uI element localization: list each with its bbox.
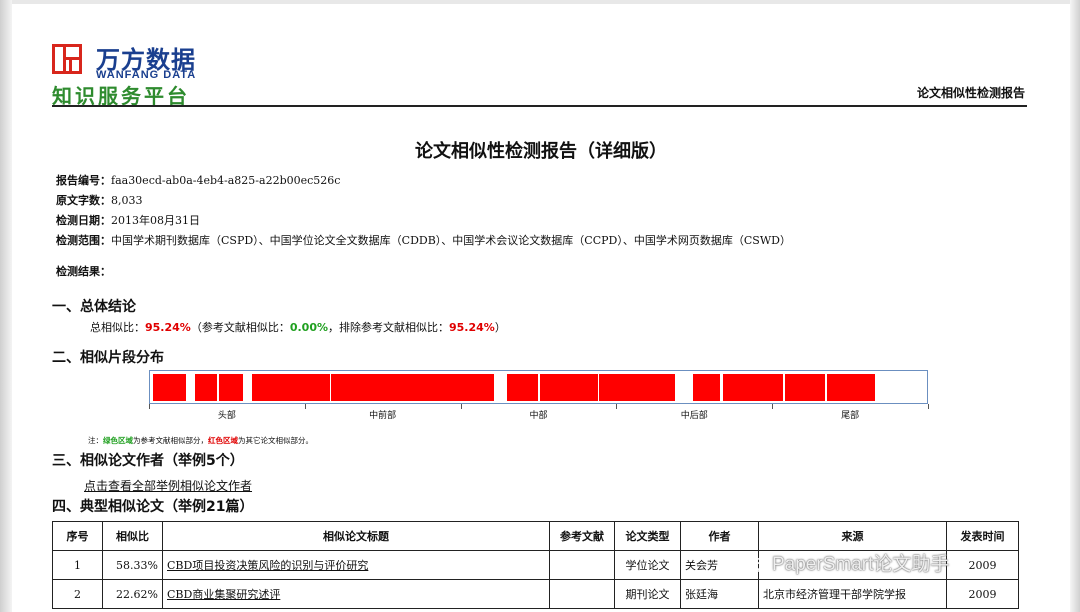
section-papers-heading: 四、典型相似论文（举例21篇） — [52, 499, 254, 515]
section-authors-heading: 三、相似论文作者（举例5个） — [52, 453, 244, 469]
report-number-row: 报告编号：faa30ecd-ab0a-4eb4-a825-a22b00ec526… — [56, 172, 340, 188]
check-date: 2013年08月31日 — [111, 214, 200, 227]
total-similarity-label: 总相似比： — [90, 321, 145, 334]
check-scope: 中国学术期刊数据库（CSPD）、中国学位论文全文数据库（CDDB）、中国学术会议… — [111, 234, 791, 247]
row-type: 学位论文 — [614, 550, 681, 580]
row-reference — [549, 579, 615, 609]
report-number-label: 报告编号： — [56, 174, 111, 187]
excl-similarity-label: ，排除参考文献相似比： — [328, 321, 449, 334]
wechat-icon — [748, 557, 768, 573]
row-author: 关会芳 — [680, 550, 759, 580]
report-number: faa30ecd-ab0a-4eb4-a825-a22b00ec526c — [111, 174, 341, 187]
col-header-type: 论文类型 — [614, 521, 681, 551]
view-all-authors-link[interactable]: 点击查看全部举例相似论文作者 — [84, 477, 252, 494]
paper-title-link[interactable]: CBD商业集聚研究述评 — [167, 588, 280, 601]
note-middle: 为参考文献相似部分， — [133, 436, 208, 445]
similar-segment — [722, 374, 783, 401]
check-result-label: 检测结果： — [56, 265, 111, 278]
axis-tick — [616, 404, 618, 409]
col-header-similarity: 相似比 — [102, 521, 163, 551]
row-reference — [549, 550, 615, 580]
col-header-reference: 参考文献 — [549, 521, 615, 551]
note-end: 为其它论文相似部分。 — [238, 436, 313, 445]
ref-similarity-label: （参考文献相似比： — [190, 321, 290, 334]
paper-title-link[interactable]: CBD项目投资决策风险的识别与评价研究 — [167, 559, 368, 572]
similar-segment — [331, 374, 494, 401]
similar-segment — [785, 374, 825, 401]
watermark-text: PaperSmart论文助手 — [772, 554, 950, 575]
similar-segment — [506, 374, 539, 401]
check-scope-row: 检测范围：中国学术期刊数据库（CSPD）、中国学位论文全文数据库（CDDB）、中… — [56, 232, 791, 248]
viewer-right-edge — [1070, 0, 1080, 612]
axis-tick — [460, 404, 462, 409]
col-header-source: 来源 — [758, 521, 947, 551]
axis-label: 头部 — [217, 411, 236, 421]
note-red-area: 红色区域 — [208, 436, 238, 445]
similar-segment — [251, 374, 330, 401]
axis-tick — [772, 404, 774, 409]
similarity-summary: 总相似比：95.24%（参考文献相似比：0.00%，排除参考文献相似比：95.2… — [90, 319, 506, 335]
check-date-label: 检测日期： — [56, 214, 111, 227]
word-count-label: 原文字数： — [56, 194, 111, 207]
excl-similarity-value: 95.24% — [449, 321, 495, 334]
section-distribution-heading: 二、相似片段分布 — [52, 350, 164, 366]
row-similarity: 58.33% — [102, 550, 163, 580]
axis-tick — [304, 404, 306, 409]
col-header-date: 发表时间 — [946, 521, 1019, 551]
similar-segment — [195, 374, 217, 401]
report-page: 万方数据 WANFANG DATA 知识服务平台 论文相似性检测报告 论文相似性… — [12, 4, 1070, 612]
check-result-row: 检测结果： — [56, 263, 111, 279]
row-title-cell: CBD商业集聚研究述评 — [162, 579, 550, 609]
wanfang-logo-icon — [52, 44, 82, 74]
similar-segment — [599, 374, 675, 401]
distribution-note: 注：绿色区域为参考文献相似部分，红色区域为其它论文相似部分。 — [88, 435, 313, 446]
header-report-name: 论文相似性检测报告 — [916, 86, 1025, 100]
ref-similarity-value: 0.00% — [289, 321, 328, 334]
header-divider — [52, 105, 1027, 107]
row-date: 2009 — [946, 550, 1019, 580]
row-type: 期刊论文 — [614, 579, 681, 609]
similar-segment — [153, 374, 187, 401]
axis-tick — [149, 404, 150, 409]
note-green-area: 绿色区域 — [103, 436, 133, 445]
similar-segment — [540, 374, 598, 401]
check-date-row: 检测日期：2013年08月31日 — [56, 212, 200, 228]
axis-label: 尾部 — [841, 411, 860, 421]
axis-label: 中前部 — [369, 411, 397, 421]
similar-segment — [693, 374, 721, 401]
row-source: 北京市经济管理干部学院学报 — [758, 579, 947, 609]
axis-tick — [928, 404, 929, 409]
row-index: 1 — [52, 550, 103, 580]
report-title: 论文相似性检测报告（详细版） — [415, 141, 667, 162]
similar-segment — [218, 374, 244, 401]
row-index: 2 — [52, 579, 103, 609]
row-title-cell: CBD项目投资决策风险的识别与评价研究 — [162, 550, 550, 580]
similarity-distribution-bar — [149, 370, 928, 404]
summary-close: ） — [494, 321, 506, 334]
section-overall-heading: 一、总体结论 — [52, 299, 136, 315]
word-count-row: 原文字数：8,033 — [56, 192, 143, 208]
row-date: 2009 — [946, 579, 1019, 609]
col-header-author: 作者 — [680, 521, 759, 551]
total-similarity-value: 95.24% — [145, 321, 191, 334]
check-scope-label: 检测范围： — [56, 234, 111, 247]
table-header-row: 序号 相似比 相似论文标题 参考文献 论文类型 作者 来源 发表时间 — [52, 521, 1019, 551]
viewer-left-edge — [0, 0, 12, 612]
distribution-axis: 头部 中前部 中部 中后部 尾部 — [149, 404, 929, 421]
col-header-title: 相似论文标题 — [162, 521, 550, 551]
table-row: 2 22.62% CBD商业集聚研究述评 期刊论文 张廷海 北京市经济管理干部学… — [52, 579, 1019, 609]
axis-label: 中部 — [529, 411, 548, 421]
watermark: PaperSmart论文助手 — [748, 549, 949, 576]
row-author: 张廷海 — [680, 579, 759, 609]
word-count: 8,033 — [111, 194, 143, 207]
axis-label: 中后部 — [680, 411, 708, 421]
similar-segment — [826, 374, 875, 401]
note-prefix: 注： — [88, 436, 103, 445]
col-header-index: 序号 — [52, 521, 103, 551]
row-similarity: 22.62% — [102, 579, 163, 609]
